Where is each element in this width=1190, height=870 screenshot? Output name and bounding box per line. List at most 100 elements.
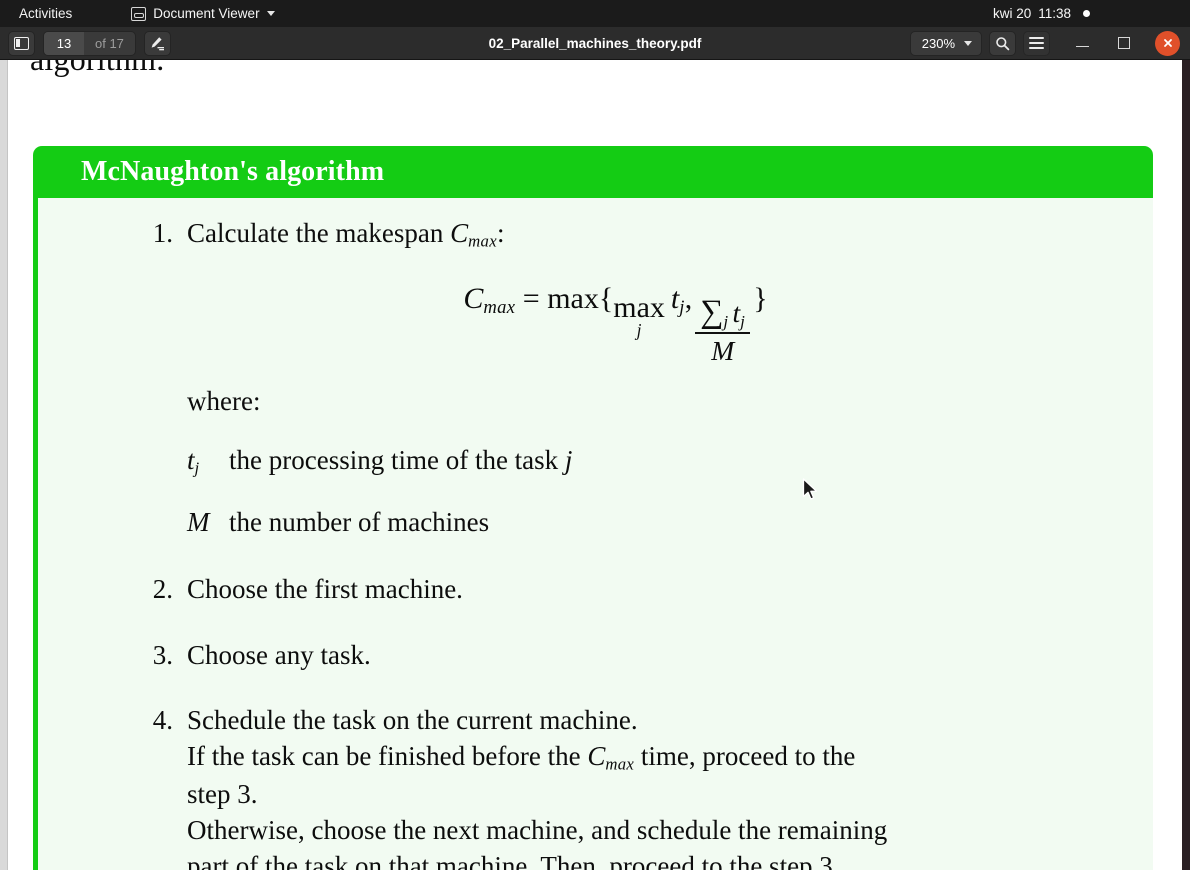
block-title: McNaughton's algorithm xyxy=(33,146,1153,198)
definition-trailing-math: j xyxy=(564,445,573,476)
block-body: 1. Calculate the makespan Cmax: Cmax = m… xyxy=(33,198,1153,870)
right-scrollbar-edge[interactable] xyxy=(1182,60,1190,870)
list-item: 3. Choose any task. xyxy=(38,638,1153,673)
annotation-pen-icon xyxy=(151,36,164,50)
item1-math-subscript: max xyxy=(468,231,497,251)
chevron-down-icon xyxy=(266,11,275,16)
zoom-level-value: 230% xyxy=(921,35,955,51)
main-menu-button[interactable] xyxy=(1023,30,1050,56)
left-gutter xyxy=(0,60,8,870)
app-menu-label: Document Viewer xyxy=(153,6,260,21)
clock-time: 11:38 xyxy=(1038,6,1072,21)
hamburger-menu-icon xyxy=(1029,37,1044,49)
list-item-text: Choose any task. xyxy=(187,639,371,670)
eq-close-brace: } xyxy=(753,282,768,316)
eq-open-brace: { xyxy=(598,282,614,316)
annotate-button[interactable] xyxy=(143,30,171,56)
definition-symbol-subscript: j xyxy=(194,458,200,478)
activities-label: Activities xyxy=(19,6,73,21)
list-item-text: Schedule the task on the current machine… xyxy=(187,704,638,735)
app-header-bar: 13 of 17 02_Parallel_machines_theory.pdf… xyxy=(0,27,1190,60)
minimize-button[interactable] xyxy=(1071,32,1093,54)
item4-line1-math: C xyxy=(587,740,606,771)
maximize-icon xyxy=(1118,37,1130,49)
list-item: 4. Schedule the task on the current mach… xyxy=(38,703,1153,738)
document-viewer-icon xyxy=(131,6,147,21)
item4-clipped-line: part of the task on that machine. Then, … xyxy=(187,851,840,870)
item1-math-symbol: C xyxy=(450,218,469,248)
eq-max-inner: max xyxy=(613,291,665,325)
definition-text: the number of machines xyxy=(229,507,489,538)
eq-lhs-subscript: max xyxy=(483,297,516,319)
close-icon xyxy=(1163,39,1172,47)
definition-symbol-base: M xyxy=(187,506,210,537)
clock-date: kwi 20 xyxy=(993,6,1032,21)
definition-symbol: M xyxy=(187,507,229,541)
search-icon xyxy=(996,36,1010,50)
eq-sum-symbol: ∑ xyxy=(700,293,724,330)
header-left-controls: 13 of 17 xyxy=(8,30,171,56)
eq-max-inner-group: max j xyxy=(613,291,665,340)
eq-t-symbol: t xyxy=(670,282,680,316)
chevron-down-icon xyxy=(964,40,972,46)
page-number-input[interactable]: 13 xyxy=(44,31,84,55)
list-item-text: Calculate the makespan Cmax: xyxy=(187,216,1153,252)
maximize-button[interactable] xyxy=(1113,32,1135,54)
activities-button[interactable]: Activities xyxy=(13,4,78,23)
status-dot-icon xyxy=(1083,10,1091,17)
item1-text-after: : xyxy=(496,218,505,248)
minimize-icon xyxy=(1075,45,1089,48)
list-item: 2. Choose the first machine. xyxy=(38,572,1153,607)
list-item-number: 3. xyxy=(152,639,173,670)
eq-fraction-denominator: M xyxy=(711,334,735,366)
item4-continuation-line: step 3. xyxy=(187,778,258,809)
definition-text-body: the number of machines xyxy=(229,506,490,537)
eq-equals: = xyxy=(522,282,540,316)
definition-symbol-base: t xyxy=(187,445,195,476)
app-menu-button[interactable]: Document Viewer xyxy=(126,4,279,23)
definition-symbol: tj xyxy=(187,445,229,479)
eq-max-outer: max xyxy=(547,282,599,316)
eq-numer-t-subscript: j xyxy=(740,311,746,331)
list-item-text: Choose the first machine. xyxy=(187,574,463,605)
sidebar-panel-icon xyxy=(14,36,29,50)
display-equation: Cmax = max{max j tj, ∑j tj M} xyxy=(38,282,1153,364)
where-label: where: xyxy=(187,386,261,417)
close-button[interactable] xyxy=(1155,30,1180,56)
definition-text: the processing time of the task j xyxy=(229,445,572,476)
definition-row: tj the processing time of the task j xyxy=(38,445,1153,479)
definition-row: M the number of machines xyxy=(38,507,1153,541)
gnome-top-bar: Activities Document Viewer kwi 20 11:38 xyxy=(0,0,1190,27)
zoom-level-select[interactable]: 230% xyxy=(909,30,982,56)
eq-max-inner-limit: j xyxy=(636,319,642,340)
item4-continuation-line: Otherwise, choose the next machine, and … xyxy=(187,815,888,846)
item4-line1-before: If the task can be finished before the xyxy=(187,740,588,771)
page-total-label: of 17 xyxy=(95,35,124,51)
item4-line1-after: time, proceed to the xyxy=(634,740,856,771)
window-controls xyxy=(1071,30,1180,56)
document-view[interactable]: algorithm. McNaughton's algorithm 1. Cal… xyxy=(0,60,1190,870)
item4-continuation-line: If the task can be finished before the C… xyxy=(38,738,1153,776)
carryover-text: algorithm. xyxy=(30,60,164,78)
eq-sum-subscript: j xyxy=(723,311,729,331)
page-navigation-group[interactable]: 13 of 17 xyxy=(43,30,136,56)
clock-button[interactable]: kwi 20 11:38 xyxy=(985,0,1098,27)
eq-lhs-symbol: C xyxy=(463,282,484,316)
eq-numer-t: t xyxy=(732,296,741,328)
search-button[interactable] xyxy=(989,30,1016,56)
list-item: 1. Calculate the makespan Cmax: xyxy=(38,216,1153,252)
list-item-number: 4. xyxy=(152,704,173,735)
item4-line1-math-sub: max xyxy=(605,754,635,774)
definition-text-body: the processing time of the task xyxy=(229,445,565,476)
sidebar-toggle-button[interactable] xyxy=(8,30,35,56)
header-right-controls: 230% xyxy=(909,30,1184,56)
list-item-number: 1. xyxy=(152,218,173,248)
eq-fraction-numerator: ∑j tj xyxy=(695,293,750,332)
beamer-block: McNaughton's algorithm 1. Calculate the … xyxy=(33,146,1153,870)
list-item-number: 2. xyxy=(152,574,173,605)
eq-comma: , xyxy=(684,282,693,316)
pdf-page: algorithm. McNaughton's algorithm 1. Cal… xyxy=(8,60,1182,870)
